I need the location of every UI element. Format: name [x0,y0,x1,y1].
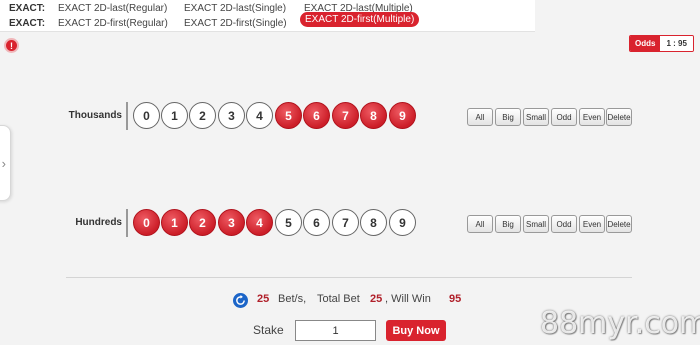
digit-row-thousands: Thousands 0 1 2 3 4 5 6 7 8 9 All Big Sm… [0,101,700,131]
quick-odd-button[interactable]: Odd [551,108,577,126]
section-divider [66,277,632,278]
digit-ball-selected[interactable]: 2 [189,209,216,236]
quick-all-button[interactable]: All [467,215,493,233]
will-win-label: , Will Win [385,293,431,305]
bet-type-label: EXACT: [9,17,46,29]
quick-big-button[interactable]: Big [495,108,521,126]
chevron-right-icon: › [1,155,6,171]
digit-ball[interactable]: 0 [133,102,160,129]
quick-all-button[interactable]: All [467,108,493,126]
bet-option-2d-first-multiple[interactable]: EXACT 2D-first(Multiple) [300,12,420,27]
quick-delete-button[interactable]: Delete [606,215,632,233]
quick-delete-button[interactable]: Delete [606,108,632,126]
digit-ball[interactable]: 1 [161,102,188,129]
digit-ball[interactable]: 6 [303,209,330,236]
quick-odd-button[interactable]: Odd [551,215,577,233]
buy-now-button[interactable]: Buy Now [386,320,446,341]
bets-label: Bet/s, [278,293,307,305]
refresh-icon[interactable] [233,293,248,308]
bet-option-2d-last-single[interactable]: EXACT 2D-last(Single) [184,3,286,14]
side-drawer-toggle[interactable]: › [0,125,11,201]
bet-count: 25 [257,293,270,305]
quick-even-button[interactable]: Even [579,108,605,126]
bet-type-label: EXACT: [9,2,46,14]
odds-value: 1 : 95 [660,36,693,51]
digit-ball-selected[interactable]: 4 [246,209,273,236]
bet-option-2d-first-regular[interactable]: EXACT 2D-first(Regular) [58,18,168,29]
exclamation-icon[interactable]: ! [4,38,19,53]
total-bet-value: 25 [370,293,383,305]
row-divider [126,102,128,130]
digit-ball[interactable]: 3 [218,102,245,129]
quick-small-button[interactable]: Small [523,215,549,233]
digit-ball[interactable]: 7 [332,209,359,236]
bet-type-bar: EXACT: EXACT 2D-last(Regular) EXACT 2D-l… [0,0,535,32]
row-label: Thousands [68,110,122,121]
digit-ball[interactable]: 2 [189,102,216,129]
total-bet-label: Total Bet [317,293,360,305]
digit-ball[interactable]: 4 [246,102,273,129]
digit-ball[interactable]: 9 [389,209,416,236]
digit-ball-selected[interactable]: 6 [303,102,330,129]
digit-ball-selected[interactable]: 0 [133,209,160,236]
digit-ball-selected[interactable]: 3 [218,209,245,236]
odds-label: Odds [630,36,661,51]
digit-ball-selected[interactable]: 9 [389,102,416,129]
quick-even-button[interactable]: Even [579,215,605,233]
site-watermark: 88myr.com [540,306,700,341]
digit-ball-selected[interactable]: 8 [360,102,387,129]
digit-row-hundreds: Hundreds 0 1 2 3 4 5 6 7 8 9 All Big Sma… [0,208,700,238]
stake-input[interactable] [295,320,376,341]
odds-display: Odds 1 : 95 [629,35,694,52]
digit-ball-selected[interactable]: 1 [161,209,188,236]
stake-label: Stake [253,323,284,337]
will-win-value: 95 [449,293,462,305]
bet-option-2d-first-single[interactable]: EXACT 2D-first(Single) [184,18,287,29]
bet-option-2d-last-regular[interactable]: EXACT 2D-last(Regular) [58,3,167,14]
digit-ball[interactable]: 8 [360,209,387,236]
digit-ball-selected[interactable]: 5 [275,102,302,129]
digit-ball-selected[interactable]: 7 [332,102,359,129]
row-label: Hundreds [75,217,122,228]
quick-big-button[interactable]: Big [495,215,521,233]
row-divider [126,209,128,237]
digit-ball[interactable]: 5 [275,209,302,236]
quick-small-button[interactable]: Small [523,108,549,126]
